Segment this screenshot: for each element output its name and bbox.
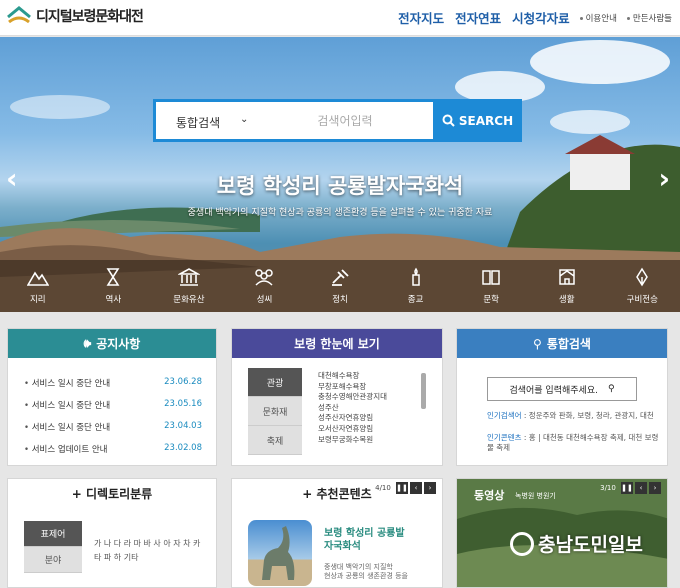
house-icon <box>529 267 605 291</box>
site-logo[interactable]: 디지털보령문화대전 <box>6 5 143 27</box>
main-search-input[interactable] <box>256 102 434 139</box>
popular-keywords: 인기검색어 : 정운주와 판화, 보령, 청라, 관광지, 대천 <box>487 411 667 421</box>
letter-index: 가 나 다 라 마 바 사 아 자 차 카 타 파 하 기타 <box>94 537 200 565</box>
search-icon: ⚲ <box>533 337 542 351</box>
video-caption: 녹병원 병원기 <box>515 491 556 501</box>
category-literature[interactable]: 문학 <box>453 260 529 312</box>
integrated-search-input[interactable]: 검색어를 입력해주세요. ⚲ <box>487 377 637 401</box>
glance-card: 보령 한눈에 보기 관광 문화재 축제 대천해수욕장 무창포해수욕장 충청수영해… <box>231 328 443 466</box>
list-item[interactable]: 충청수영해안관광지대 <box>318 392 387 403</box>
gavel-icon <box>302 267 378 291</box>
hero-title: 보령 학성리 공룡발자국화석 <box>0 170 680 200</box>
search-scope-select[interactable]: 통합검색⌄ <box>156 102 256 139</box>
list-item[interactable]: 서비스 일시 중단 안내23.05.16 <box>24 399 202 411</box>
list-item[interactable]: 오서산자연휴양림 <box>318 424 387 435</box>
letter-row[interactable]: 타 파 하 기타 <box>94 551 200 565</box>
nav-media[interactable]: 시청각자료 <box>512 8 570 27</box>
hero-banner: 통합검색⌄ SEARCH 보령 학성리 공룡발자국화석 중생대 백악기의 지질학… <box>0 37 680 312</box>
tab-headword[interactable]: 표제어 <box>24 521 82 547</box>
hero-subtitle: 중생대 백악기의 지질학 현상과 공룡의 생존환경 등을 살펴볼 수 있는 귀중… <box>0 205 680 218</box>
site-name: 디지털보령문화대전 <box>36 6 143 26</box>
list-item[interactable]: 대천해수욕장 <box>318 371 387 382</box>
tab-cultural-property[interactable]: 문화재 <box>248 397 302 426</box>
nav-credits[interactable]: 만든사람들 <box>627 12 672 24</box>
directory-header[interactable]: + 디렉토리분류 <box>8 479 216 508</box>
next-icon[interactable]: › <box>649 482 661 494</box>
tab-festival[interactable]: 축제 <box>248 426 302 455</box>
category-oral-tradition[interactable]: 구비전승 <box>605 260 680 312</box>
page-indicator: 3/10 <box>597 482 619 494</box>
chevron-down-icon: ⌄ <box>240 114 248 125</box>
category-life[interactable]: 생활 <box>529 260 605 312</box>
category-politics[interactable]: 정치 <box>302 260 378 312</box>
next-slide-icon[interactable]: › <box>658 162 670 195</box>
hourglass-icon <box>76 267 152 291</box>
mountain-icon <box>0 267 76 291</box>
glance-tabs: 관광 문화재 축제 <box>248 368 302 455</box>
nav-guide[interactable]: 이용안내 <box>580 12 617 24</box>
watermark: 충남도민일보 <box>510 530 643 557</box>
dinosaur-thumbnail[interactable] <box>248 520 312 586</box>
list-item[interactable]: 서비스 업데이트 안내23.02.08 <box>24 443 202 455</box>
page-indicator: 4/10 <box>372 482 394 494</box>
notice-header[interactable]: 🕪공지사항 <box>8 329 216 358</box>
category-surname[interactable]: 성씨 <box>227 260 303 312</box>
book-icon <box>453 267 529 291</box>
recommend-card: + 추천콘텐츠 4/10 ❚❚ ‹ › 보령 학성리 공룡발자국화석 중생대 백… <box>231 478 443 588</box>
prev-slide-icon[interactable]: ‹ <box>6 162 18 195</box>
category-heritage[interactable]: 문화유산 <box>151 260 227 312</box>
nav-map[interactable]: 전자지도 <box>398 8 444 27</box>
site-header: 디지털보령문화대전 전자지도 전자연표 시청각자료 이용안내 만든사람들 <box>0 0 680 36</box>
pause-icon[interactable]: ❚❚ <box>621 482 633 494</box>
recommend-item-desc: 중생대 백악기의 지질학현상과 공룡의 생존환경 등을 <box>324 563 408 581</box>
main-search-bar: 통합검색⌄ SEARCH <box>153 99 522 142</box>
category-bar: 지리 역사 문화유산 성씨 정치 종교 문학 생활 구비전승 <box>0 260 680 312</box>
search-button[interactable]: SEARCH <box>433 99 522 142</box>
recommend-pager: 4/10 ❚❚ ‹ › <box>370 482 436 494</box>
scrollbar[interactable] <box>421 373 426 409</box>
integrated-search-card: ⚲통합검색 검색어를 입력해주세요. ⚲ 인기검색어 : 정운주와 판화, 보령… <box>456 328 668 466</box>
video-pager: 3/10 ❚❚ ‹ › <box>595 482 661 494</box>
tab-tourism[interactable]: 관광 <box>248 368 302 397</box>
prev-icon[interactable]: ‹ <box>635 482 647 494</box>
directory-tabs: 표제어 분야 <box>24 521 82 573</box>
watermark-logo-icon <box>510 532 534 556</box>
recommend-item-title[interactable]: 보령 학성리 공룡발자국화석 <box>324 527 405 553</box>
notice-card: 🕪공지사항 서비스 일시 중단 안내23.06.28 서비스 일시 중단 안내2… <box>7 328 217 466</box>
list-item[interactable]: 보령무궁화수목원 <box>318 435 387 446</box>
tab-field[interactable]: 분야 <box>24 547 82 573</box>
letter-row[interactable]: 가 나 다 라 마 바 사 아 자 차 카 <box>94 537 200 551</box>
search-icon: ⚲ <box>608 384 615 394</box>
nav-chronology[interactable]: 전자연표 <box>455 8 501 27</box>
pause-icon[interactable]: ❚❚ <box>396 482 408 494</box>
list-item[interactable]: 서비스 일시 중단 안내23.06.28 <box>24 377 202 389</box>
candle-icon <box>378 267 454 291</box>
glance-header[interactable]: 보령 한눈에 보기 <box>232 329 442 358</box>
next-icon[interactable]: › <box>424 482 436 494</box>
temple-icon <box>151 267 227 291</box>
list-item[interactable]: 성주산자연휴양림 <box>318 413 387 424</box>
people-icon <box>227 267 303 291</box>
prev-icon[interactable]: ‹ <box>410 482 422 494</box>
logo-mountain-icon <box>6 5 32 27</box>
category-religion[interactable]: 종교 <box>378 260 454 312</box>
directory-card: + 디렉토리분류 표제어 분야 가 나 다 라 마 바 사 아 자 차 카 타 … <box>7 478 217 588</box>
category-history[interactable]: 역사 <box>76 260 152 312</box>
megaphone-icon: 🕪 <box>84 336 92 351</box>
integrated-search-header[interactable]: ⚲통합검색 <box>457 329 667 358</box>
list-item[interactable]: 서비스 일시 중단 안내23.04.03 <box>24 421 202 433</box>
list-item[interactable]: 무창포해수욕장 <box>318 382 387 393</box>
list-item[interactable]: 성주산 <box>318 403 387 414</box>
quill-icon <box>605 267 680 291</box>
search-icon <box>442 114 455 127</box>
category-geography[interactable]: 지리 <box>0 260 76 312</box>
video-title: 동영상 <box>474 487 504 503</box>
popular-contents: 인기콘텐츠 : 홍 | 대천동 대천해수욕장 축제, 대천 보령물 축제 <box>487 433 667 453</box>
top-nav: 전자지도 전자연표 시청각자료 이용안내 만든사람들 <box>387 8 672 27</box>
glance-list: 대천해수욕장 무창포해수욕장 충청수영해안관광지대 성주산 성주산자연휴양림 오… <box>318 371 387 445</box>
